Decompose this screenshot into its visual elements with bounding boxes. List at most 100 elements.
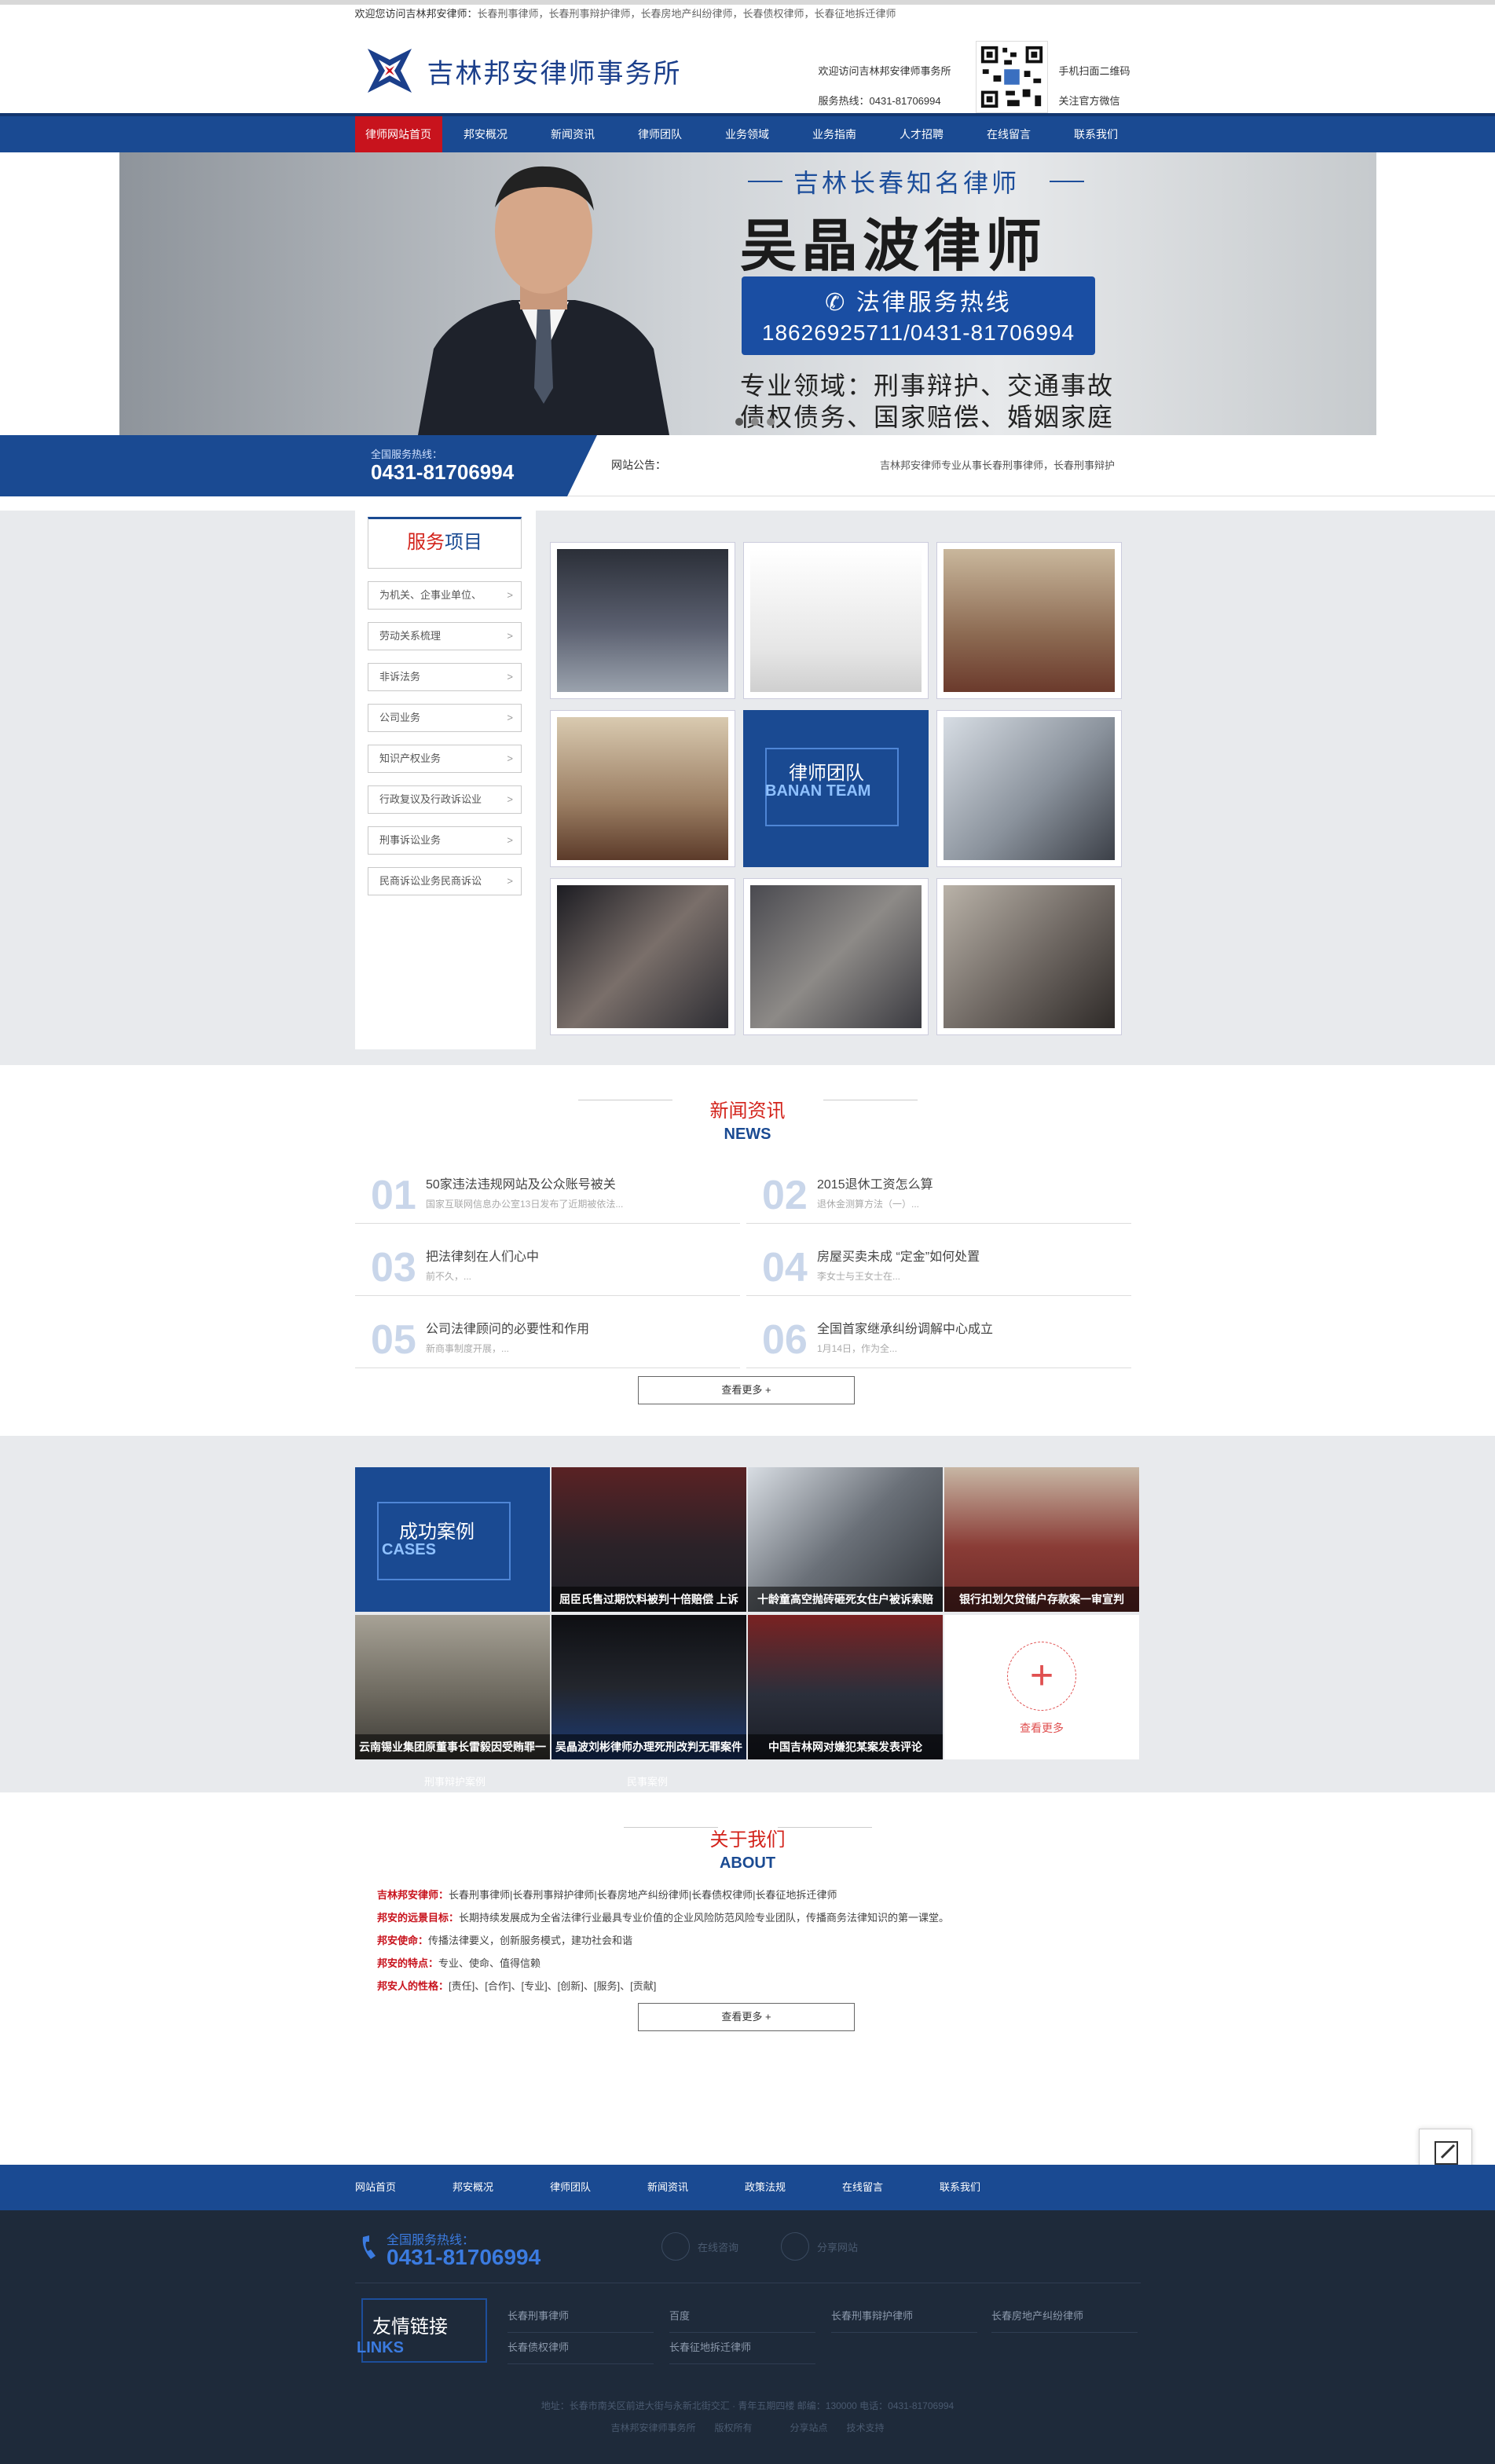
footer-bottom-links[interactable]: 吉林邦安律师事务所 版权所有 分享站点 技术支持: [0, 2421, 1495, 2434]
nav-item-guide[interactable]: 业务指南: [791, 116, 878, 152]
about-more-button[interactable]: 查看更多 +: [638, 2003, 855, 2031]
banner-dot[interactable]: [751, 418, 759, 426]
gallery-photo[interactable]: [936, 710, 1122, 867]
gallery-photo[interactable]: [550, 878, 735, 1035]
nav-item-team[interactable]: 律师团队: [617, 116, 704, 152]
nav-item-contact[interactable]: 联系我们: [1053, 116, 1140, 152]
case-item[interactable]: 云南锡业集团原董事长雷毅因受贿罪一: [355, 1615, 550, 1759]
service-item[interactable]: 刑事诉讼业务 >: [368, 826, 522, 855]
case-caption: 屈臣氏售过期饮料被判十倍赔偿 上诉: [551, 1587, 746, 1612]
logo[interactable]: 吉林邦安律师事务所: [365, 46, 682, 96]
news-desc: 国家互联网信息办公室13日发布了近期被依法...: [426, 1199, 624, 1210]
news-item[interactable]: 05 公司法律顾问的必要性和作用 新商事制度开展，...: [355, 1296, 740, 1368]
banner-area-line2: 债权债务、国家赔偿、婚姻家庭: [740, 403, 1115, 431]
news-more-label: 查看更多: [721, 1384, 763, 1396]
service-item[interactable]: 行政复议及行政诉讼业 >: [368, 785, 522, 814]
news-item[interactable]: 02 2015退休工资怎么算 退休金测算方法（一）...: [746, 1151, 1131, 1224]
service-item[interactable]: 为机关、企事业单位、 >: [368, 581, 522, 610]
news-title[interactable]: 2015退休工资怎么算: [817, 1173, 933, 1192]
services-title: 服务项目: [368, 519, 521, 566]
online-consult[interactable]: 在线咨询: [661, 2232, 738, 2261]
case-item[interactable]: 吴晶波刘彬律师办理死刑改判无罪案件: [551, 1615, 746, 1759]
hero-banner[interactable]: 吉林长春知名律师 吴晶波律师 ✆ 法律服务热线 18626925711/0431…: [119, 152, 1376, 435]
service-item[interactable]: 公司业务 >: [368, 704, 522, 732]
plus-icon: +: [765, 1384, 771, 1396]
case-item[interactable]: 屈臣氏售过期饮料被判十倍赔偿 上诉: [551, 1467, 746, 1612]
footer-nav-item[interactable]: 政策法规: [745, 2165, 842, 2210]
nav-item-careers[interactable]: 人才招聘: [878, 116, 966, 152]
phone-icon: [362, 2235, 376, 2259]
lawyer-portrait: [418, 166, 669, 435]
about-value: 传播法律要义，创新服务模式，建功社会和谐: [428, 1935, 633, 1946]
case-item[interactable]: 银行扣划欠贷储户存款案一审宣判: [944, 1467, 1139, 1612]
news-item[interactable]: 06 全国首家继承纠纷调解中心成立 1月14日，作为全...: [746, 1296, 1131, 1368]
cases-title-tile[interactable]: 成功案例 CASES: [355, 1467, 550, 1612]
news-title[interactable]: 公司法律顾问的必要性和作用: [426, 1318, 589, 1337]
service-item-label: 非诉法务: [379, 671, 421, 683]
gallery-photo[interactable]: [743, 542, 929, 699]
plus-icon: +: [1029, 1653, 1054, 1698]
nav-item-news[interactable]: 新闻资讯: [529, 116, 617, 152]
friend-link[interactable]: 长春刑事辩护律师: [831, 2305, 977, 2333]
gallery-photo[interactable]: [743, 878, 929, 1035]
team-tile[interactable]: 律师团队 BANAN TEAM: [743, 710, 929, 867]
cases-title: 成功案例: [399, 1521, 475, 1543]
friend-link[interactable]: 百度: [669, 2305, 815, 2333]
footer-nav: 网站首页 邦安概况 律师团队 新闻资讯 政策法规 在线留言 联系我们: [0, 2165, 1495, 2210]
about-value: 专业、使命、值得信赖: [438, 1957, 541, 1969]
service-item[interactable]: 非诉法务 >: [368, 663, 522, 691]
gallery-photo[interactable]: [550, 542, 735, 699]
services-title-box: 服务项目: [368, 517, 522, 569]
main-nav: 律师网站首页 邦安概况 新闻资讯 律师团队 业务领域 业务指南 人才招聘 在线留…: [0, 113, 1495, 152]
friend-link[interactable]: 长春房地产纠纷律师: [991, 2305, 1138, 2333]
news-title[interactable]: 50家违法违规网站及公众账号被关: [426, 1173, 616, 1192]
case-caption: 十龄童高空抛砖砸死女住户被诉索赔: [748, 1587, 943, 1612]
banner-dot[interactable]: [767, 418, 775, 426]
service-item-label: 公司业务: [379, 712, 421, 723]
notice-ticker[interactable]: 吉林邦安律师专业从事长春刑事律师，长春刑事辩护: [880, 457, 1115, 472]
gallery-photo[interactable]: [936, 878, 1122, 1035]
gallery-photo[interactable]: [550, 710, 735, 867]
footer-nav-item[interactable]: 网站首页: [355, 2165, 453, 2210]
service-item-label: 为机关、企事业单位、: [379, 589, 482, 601]
cases-more-tile[interactable]: + 查看更多: [944, 1615, 1139, 1759]
service-item[interactable]: 知识产权业务 >: [368, 745, 522, 773]
footer-nav-item[interactable]: 邦安概况: [453, 2165, 550, 2210]
footer-nav-item[interactable]: 在线留言: [842, 2165, 940, 2210]
hotline-label: 全国服务热线：: [371, 448, 443, 460]
banner-line-left: [748, 181, 782, 182]
footer-nav-item[interactable]: 律师团队: [550, 2165, 647, 2210]
case-item[interactable]: 十龄童高空抛砖砸死女住户被诉索赔: [748, 1467, 943, 1612]
chevron-right-icon: >: [507, 671, 513, 683]
news-item[interactable]: 04 房屋买卖未成 “定金”如何处置 李女士与王女士在...: [746, 1224, 1131, 1296]
services-sidebar: 服务项目 为机关、企事业单位、 > 劳动关系梳理 > 非诉法务 > 公司业务 > 知识产…: [355, 511, 536, 1049]
news-item[interactable]: 03 把法律刻在人们心中 前不久，...: [355, 1224, 740, 1296]
news-title[interactable]: 把法律刻在人们心中: [426, 1246, 539, 1265]
banner-dot[interactable]: [735, 418, 743, 426]
banner-pagination[interactable]: [735, 418, 775, 426]
news-title[interactable]: 全国首家继承纠纷调解中心成立: [817, 1318, 993, 1337]
about-label: 邦安的特点：: [377, 1957, 439, 1969]
nav-item-about[interactable]: 邦安概况: [442, 116, 529, 152]
news-desc: 1月14日，作为全...: [817, 1343, 898, 1354]
qr-text: 手机扫面二维码 关注官方微信: [1059, 57, 1130, 116]
service-item[interactable]: 劳动关系梳理 >: [368, 622, 522, 650]
welcome-links[interactable]: 长春刑事律师，长春刑事辩护律师，长春房地产纠纷律师，长春债权律师，长春征地拆迁律…: [478, 8, 896, 20]
footer-nav-item[interactable]: 新闻资讯: [647, 2165, 745, 2210]
nav-item-practice[interactable]: 业务领域: [704, 116, 791, 152]
service-item[interactable]: 民商诉讼业务民商诉讼 >: [368, 867, 522, 895]
service-item-label: 劳动关系梳理: [379, 630, 442, 642]
news-more-button[interactable]: 查看更多 +: [638, 1376, 855, 1404]
friend-link[interactable]: 长春债权律师: [507, 2336, 654, 2364]
gallery-photo[interactable]: [936, 542, 1122, 699]
friend-link[interactable]: 长春刑事律师: [507, 2305, 654, 2333]
news-item[interactable]: 01 50家违法违规网站及公众账号被关 国家互联网信息办公室13日发布了近期被依…: [355, 1151, 740, 1224]
about-label: 邦安的远景目标：: [377, 1912, 460, 1924]
share-site[interactable]: 分享网站: [781, 2232, 858, 2261]
nav-item-message[interactable]: 在线留言: [966, 116, 1053, 152]
news-title[interactable]: 房屋买卖未成 “定金”如何处置: [817, 1246, 980, 1265]
case-item[interactable]: 中国吉林网对嫌犯某案发表评论: [748, 1615, 943, 1759]
friend-link[interactable]: 长春征地拆迁律师: [669, 2336, 815, 2364]
footer-nav-item[interactable]: 联系我们: [940, 2165, 1037, 2210]
nav-item-home[interactable]: 律师网站首页: [354, 116, 442, 152]
